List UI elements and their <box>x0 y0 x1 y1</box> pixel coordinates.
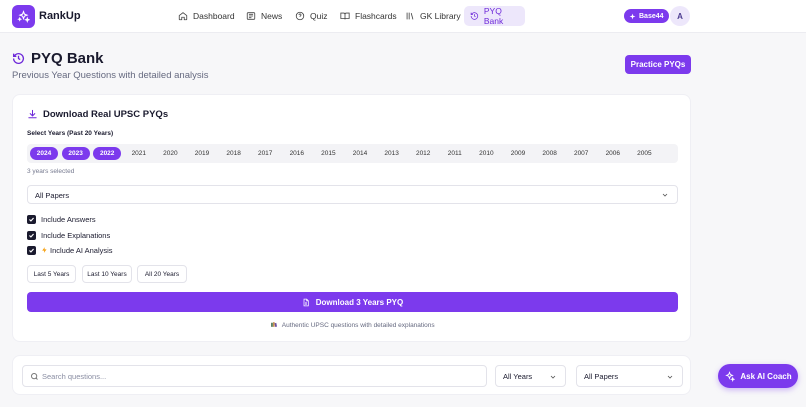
include-answers-label: Include Answers <box>41 214 96 224</box>
include-ai-analysis-option[interactable]: Include AI Analysis <box>27 245 113 255</box>
year-chip-2005[interactable]: 2005 <box>630 147 658 160</box>
book-open-icon <box>340 12 350 20</box>
year-chip-2008[interactable]: 2008 <box>536 147 564 160</box>
include-ai-analysis-checkbox[interactable] <box>27 245 36 255</box>
page-title: PYQ Bank <box>31 50 104 67</box>
year-chip-2009[interactable]: 2009 <box>504 147 532 160</box>
year-chip-2013[interactable]: 2013 <box>378 147 406 160</box>
year-filter-value: All Years <box>503 372 533 381</box>
newspaper-icon <box>246 12 256 20</box>
last-10-years-button[interactable]: Last 10 Years <box>82 265 132 283</box>
top-nav-bar: RankUp Dashboard News Quiz Flashcards GK… <box>0 0 806 33</box>
nav-flashcards[interactable]: Flashcards <box>334 6 403 26</box>
year-chip-2011[interactable]: 2011 <box>441 147 469 160</box>
year-chip-2023[interactable]: 2023 <box>61 147 90 160</box>
year-chip-2006[interactable]: 2006 <box>599 147 627 160</box>
include-explanations-label: Include Explanations <box>41 230 111 240</box>
include-ai-analysis-label: Include AI Analysis <box>50 245 113 255</box>
year-chip-2022[interactable]: 2022 <box>93 147 122 160</box>
file-icon <box>303 298 309 306</box>
all-20-years-button[interactable]: All 20 Years <box>137 265 187 283</box>
logo-icon[interactable] <box>12 5 35 28</box>
download-footnote: Authentic UPSC questions with detailed e… <box>13 321 692 329</box>
selected-count: 3 years selected <box>27 168 75 175</box>
nav-gk-library[interactable]: GK Library <box>399 6 467 26</box>
home-icon <box>178 12 188 21</box>
year-chip-2016[interactable]: 2016 <box>283 147 311 160</box>
nav-pyq-bank-label: PYQ Bank <box>483 6 504 26</box>
chevron-down-icon <box>667 375 673 379</box>
books-icon <box>271 322 278 327</box>
search-icon <box>31 373 38 380</box>
year-chip-2015[interactable]: 2015 <box>314 147 342 160</box>
nav-quiz[interactable]: Quiz <box>289 6 333 26</box>
nav-news[interactable]: News <box>240 6 288 26</box>
history-icon <box>470 12 479 20</box>
year-filter-select[interactable]: All Years <box>495 365 566 387</box>
year-selector: 2024 2023 2022 2021 2020 2019 2018 2017 2016 2015… <box>27 144 678 163</box>
download-card-title: Download Real UPSC PYQs <box>43 109 169 120</box>
practice-pyqs-button[interactable]: Practice PYQs <box>625 55 691 74</box>
library-icon <box>406 12 414 20</box>
last-5-years-button[interactable]: Last 5 Years <box>27 265 76 283</box>
year-chip-2014[interactable]: 2014 <box>346 147 374 160</box>
page-subtitle: Previous Year Questions with detailed an… <box>12 70 209 81</box>
sparkle-icon <box>629 13 636 19</box>
paper-select[interactable]: All Papers <box>27 185 678 204</box>
year-chip-2024[interactable]: 2024 <box>30 147 58 160</box>
base44-badge-label: Base44 <box>639 12 664 20</box>
nav-pyq-bank[interactable]: PYQ Bank <box>464 6 525 26</box>
paper-select-value: All Papers <box>35 191 70 200</box>
nav-flashcards-label: Flashcards <box>355 11 397 21</box>
year-chip-2010[interactable]: 2010 <box>472 147 500 160</box>
base44-badge[interactable]: Base44 <box>624 9 669 23</box>
paper-filter-select[interactable]: All Papers <box>576 365 683 387</box>
year-chip-2007[interactable]: 2007 <box>567 147 595 160</box>
nav-dashboard[interactable]: Dashboard <box>172 6 241 26</box>
ask-ai-coach-button[interactable]: Ask AI Coach <box>718 364 798 388</box>
app-name[interactable]: RankUp <box>39 10 81 22</box>
search-card: All Years All Papers <box>12 355 691 395</box>
include-explanations-checkbox[interactable] <box>27 230 36 240</box>
nav-news-label: News <box>261 11 283 21</box>
avatar[interactable]: A <box>670 6 690 26</box>
history-icon <box>12 52 24 64</box>
nav-quiz-label: Quiz <box>310 11 328 21</box>
quiz-icon <box>295 11 305 21</box>
page-header: PYQ Bank <box>12 50 104 67</box>
paper-filter-value: All Papers <box>584 372 619 381</box>
year-chip-2017[interactable]: 2017 <box>251 147 279 160</box>
ask-ai-coach-label: Ask AI Coach <box>740 371 792 381</box>
include-answers-checkbox[interactable] <box>27 214 36 224</box>
sparkle-icon <box>725 370 736 382</box>
nav-gk-library-label: GK Library <box>420 11 461 21</box>
search-input[interactable] <box>42 369 472 383</box>
year-chip-2018[interactable]: 2018 <box>220 147 248 160</box>
chevron-down-icon <box>662 193 668 197</box>
download-card: Download Real UPSC PYQs Select Years (Pa… <box>12 94 691 342</box>
nav-dashboard-label: Dashboard <box>193 11 235 21</box>
search-box[interactable] <box>22 365 487 387</box>
chevron-down-icon <box>550 375 556 379</box>
year-chip-2021[interactable]: 2021 <box>125 147 153 160</box>
lightning-icon <box>42 247 47 253</box>
year-chip-2020[interactable]: 2020 <box>156 147 184 160</box>
include-explanations-option[interactable]: Include Explanations <box>27 230 110 240</box>
download-pyq-button[interactable]: Download 3 Years PYQ <box>27 292 678 312</box>
select-years-label: Select Years (Past 20 Years) <box>27 130 114 137</box>
year-chip-2019[interactable]: 2019 <box>188 147 216 160</box>
include-answers-option[interactable]: Include Answers <box>27 214 96 224</box>
download-icon <box>28 109 37 119</box>
year-chip-2012[interactable]: 2012 <box>409 147 437 160</box>
download-pyq-label: Download 3 Years PYQ <box>315 297 404 307</box>
download-footnote-text: Authentic UPSC questions with detailed e… <box>281 322 435 329</box>
